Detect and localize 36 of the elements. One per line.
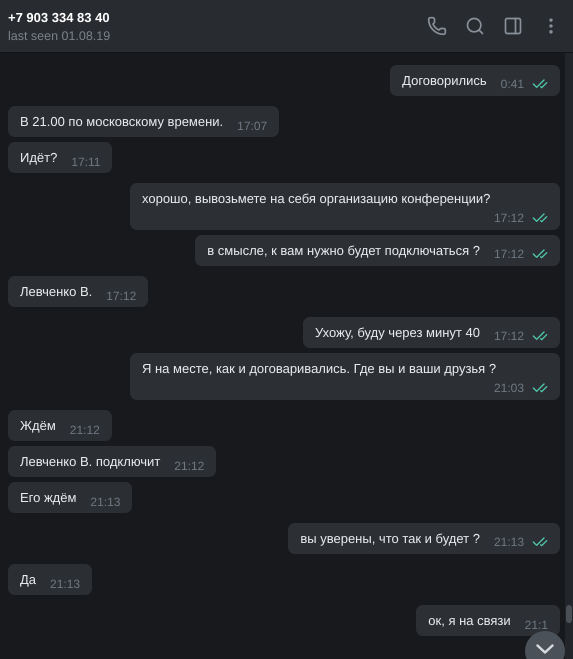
contact-name: +7 903 334 83 40 [8, 10, 110, 24]
search-icon[interactable] [465, 16, 485, 36]
message-time: 17:12 [106, 289, 136, 303]
message-time: 21:12 [174, 459, 204, 473]
sidebar-panel-icon[interactable] [503, 16, 523, 36]
last-seen-status: last seen 01.08.19 [8, 28, 110, 42]
message-text: Его ждём [20, 489, 76, 506]
message-text: Левченко В. подключит [20, 453, 160, 470]
message-text: хорошо, вывозьмете на себя организацию конференции? [142, 190, 492, 207]
message-time: 17:12 [494, 329, 524, 343]
message-text: Левченко В. [20, 283, 92, 300]
message-time: 21:12 [70, 423, 100, 437]
message-text: Ухожу, буду через минут 40 [315, 324, 480, 341]
message-time: 17:12 [494, 247, 524, 261]
message-time: 17:07 [237, 119, 268, 133]
message-time: 17:11 [71, 155, 100, 169]
message-time: 0:41 [500, 77, 524, 91]
chevron-down-icon [536, 644, 554, 654]
message-time: 21:13 [494, 535, 524, 549]
message-time: 21:13 [90, 495, 120, 509]
scroll-down-button[interactable] [525, 631, 565, 659]
phone-icon[interactable] [427, 16, 447, 36]
message-time: 21:1 [524, 618, 548, 632]
scrollbar[interactable] [565, 53, 573, 659]
message-text: Идёт? [20, 149, 58, 166]
message-text: Да [20, 571, 36, 588]
message-text: Ждём [20, 417, 56, 434]
message-time: 17:12 [494, 211, 524, 225]
message-text: Я на месте, как и договаривались. Где вы и ваши друзья ? [142, 360, 498, 377]
message-text: Договорились [402, 72, 487, 89]
message-time: 21:13 [50, 577, 80, 591]
message-text: вы уверены, что так и будет ? [300, 530, 480, 547]
message-time: 21:03 [494, 381, 524, 395]
message-text: В 21.00 по московскому времени. [20, 113, 224, 130]
message-text: ок, я на связи [428, 612, 511, 629]
message-text: в смысле, к вам нужно будет подключаться ? [207, 242, 480, 259]
